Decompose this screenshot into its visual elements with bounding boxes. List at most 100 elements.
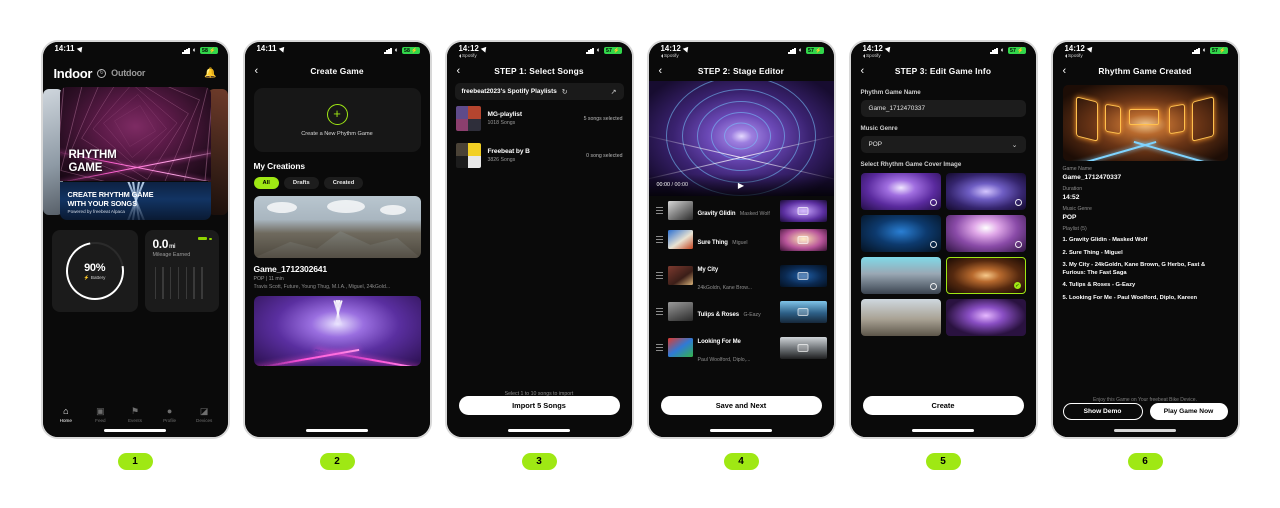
stage-song-row[interactable]: Looking For Me Paul Woolford, Diplo,... bbox=[649, 326, 834, 369]
playlist-row[interactable]: Freebeat by B 3826 Songs 0 song selected bbox=[447, 137, 632, 174]
drag-handle-icon[interactable] bbox=[655, 343, 663, 352]
filter-all[interactable]: All bbox=[253, 177, 279, 189]
music-genre-select[interactable]: POP ⌄ bbox=[860, 136, 1026, 153]
stage-song-row[interactable]: Gravity Glidin Masked Wolf bbox=[649, 196, 834, 225]
back-chevron-icon[interactable]: ‹ bbox=[861, 65, 865, 77]
notification-bell-icon[interactable]: 🔔 bbox=[204, 68, 216, 79]
show-demo-button[interactable]: Show Demo bbox=[1062, 403, 1143, 420]
stage-thumbnail[interactable] bbox=[779, 336, 827, 359]
mode-outdoor-label[interactable]: Outdoor bbox=[111, 68, 145, 78]
import-songs-button[interactable]: Import 5 Songs bbox=[458, 396, 620, 415]
radio-icon[interactable] bbox=[929, 283, 937, 290]
stage-song-row[interactable]: Sure Thing Miguel bbox=[649, 225, 834, 254]
mode-swap-icon[interactable]: ↻ bbox=[97, 68, 107, 78]
home-indicator bbox=[104, 429, 166, 432]
wifi-icon: ◐ bbox=[1000, 47, 1005, 54]
phone-column-6: 14:12 Spotify ◐ 57 ⚡ ‹ Rhythm Game Create… bbox=[1048, 40, 1243, 508]
stage-thumbnail[interactable] bbox=[779, 199, 827, 222]
playlist-label: Playlist (5) bbox=[1062, 226, 1087, 232]
play-game-now-button[interactable]: Play Game Now bbox=[1149, 403, 1228, 420]
radio-icon[interactable] bbox=[929, 241, 937, 248]
home-indicator bbox=[710, 429, 772, 432]
stage-preview-player[interactable]: 00:00 / 00:00 ▶ bbox=[648, 81, 834, 196]
cover-option-neon-purple[interactable] bbox=[860, 173, 941, 210]
filter-created[interactable]: Created bbox=[323, 177, 364, 189]
screen-stage-editor: 14:12 Spotify ◐ 57 ⚡ ‹ STEP 2: Stage Edit… bbox=[648, 42, 834, 437]
nav-bar-5: ‹ STEP 3: Edit Game Info bbox=[851, 61, 1036, 81]
tab-events[interactable]: ⚑ Events bbox=[118, 407, 153, 424]
page-title: STEP 2: Stage Editor bbox=[697, 66, 785, 76]
status-app-label[interactable]: Spotify bbox=[664, 53, 679, 59]
creation-thumbnail-neon[interactable] bbox=[253, 295, 421, 366]
mileage-card[interactable]: 0.0mi Mileage Earned bbox=[144, 230, 219, 312]
hero-banner-create-game[interactable]: CREATE RHYTHM GAME WITH YOUR SONGS Power… bbox=[59, 182, 211, 220]
drag-handle-icon[interactable] bbox=[655, 206, 663, 215]
cover-option-desert-mountain[interactable] bbox=[860, 299, 941, 336]
radio-icon[interactable] bbox=[929, 199, 937, 206]
mileage-label: Mileage Earned bbox=[152, 252, 191, 258]
game-cover-image bbox=[1062, 85, 1228, 161]
cellular-signal-icon bbox=[990, 47, 998, 54]
playlist-row[interactable]: MG-playlist 1018 Songs 5 songs selected bbox=[447, 100, 632, 137]
radio-icon[interactable] bbox=[1014, 241, 1022, 248]
create-new-game-card[interactable]: + Create a New Phythm Game bbox=[253, 88, 421, 152]
tab-profile[interactable]: ● Profile bbox=[152, 407, 187, 424]
cover-option-orange-neon-tunnel[interactable]: ✓ bbox=[945, 257, 1026, 294]
song-cover-art bbox=[667, 302, 693, 321]
radio-selected-icon[interactable]: ✓ bbox=[1013, 282, 1021, 289]
stage-thumbnail[interactable] bbox=[779, 264, 827, 287]
refresh-icon[interactable]: ↻ bbox=[562, 88, 568, 96]
player-controls[interactable]: 00:00 / 00:00 ▶ bbox=[648, 174, 834, 196]
play-icon[interactable]: ▶ bbox=[738, 181, 744, 190]
stage-song-row[interactable]: My City 24kGoldn, Kane Brow... bbox=[649, 254, 834, 297]
cover-option-blue-tunnel-rings[interactable] bbox=[945, 173, 1026, 210]
cover-option-pink-stage-lights[interactable] bbox=[945, 215, 1026, 252]
screen-select-songs: 14:12 Spotify ◐ 57 ⚡ ‹ STEP 1: Select Son… bbox=[446, 42, 632, 437]
status-app-label[interactable]: Spotify bbox=[462, 53, 477, 59]
tab-home[interactable]: ⌂ Home bbox=[49, 407, 84, 424]
create-button[interactable]: Create bbox=[862, 396, 1024, 415]
battery-card[interactable]: 90% ⚡ Battery bbox=[51, 230, 138, 312]
battery-badge: 57 ⚡ bbox=[1209, 47, 1228, 54]
playlist-selected-count: 5 songs selected bbox=[583, 115, 623, 122]
mode-indoor-label[interactable]: Indoor bbox=[54, 66, 93, 81]
filter-drafts[interactable]: Drafts bbox=[283, 177, 319, 189]
back-chevron-icon[interactable]: ‹ bbox=[457, 65, 461, 77]
battery-badge: 58 ⚡ bbox=[199, 47, 218, 54]
home-indicator bbox=[508, 429, 570, 432]
chevron-down-icon: ⌄ bbox=[1011, 141, 1018, 149]
save-and-next-button[interactable]: Save and Next bbox=[660, 396, 822, 415]
back-chevron-icon[interactable]: ‹ bbox=[659, 65, 663, 77]
cover-option-ice-canyon[interactable] bbox=[860, 257, 941, 294]
home-indicator bbox=[306, 429, 368, 432]
cover-option-pink-blue-arch[interactable] bbox=[945, 299, 1026, 336]
back-chevron-icon[interactable]: ‹ bbox=[1063, 65, 1067, 77]
status-app-label[interactable]: Spotify bbox=[1068, 53, 1083, 59]
wifi-icon: ◐ bbox=[798, 47, 803, 54]
stage-thumbnail[interactable] bbox=[779, 228, 827, 251]
radio-icon[interactable] bbox=[1014, 199, 1022, 206]
stage-song-row[interactable]: Tulips & Roses G-Eazy bbox=[649, 297, 834, 326]
home-carousel[interactable]: RHYTHM GAME CREATE RHYTHM GAME WITH YOUR… bbox=[42, 87, 228, 220]
carousel-active-card[interactable]: RHYTHM GAME CREATE RHYTHM GAME WITH YOUR… bbox=[59, 87, 211, 220]
playlist-source-bar[interactable]: freebeat2023's Spotify Playlists ↻ ↗ bbox=[454, 83, 624, 100]
step-badge-4: 4 bbox=[723, 453, 759, 470]
stage-thumbnail[interactable] bbox=[779, 300, 827, 323]
back-chevron-icon[interactable]: ‹ bbox=[255, 65, 259, 77]
external-link-icon[interactable]: ↗ bbox=[611, 88, 617, 96]
drag-handle-icon[interactable] bbox=[655, 271, 663, 280]
status-bar-2: 14:11 ◐ 58 ⚡ bbox=[245, 42, 430, 61]
step-badge-2: 2 bbox=[319, 453, 355, 470]
game-name-input[interactable]: Game_1712470337 bbox=[860, 100, 1026, 117]
status-time: 14:11 bbox=[54, 44, 75, 53]
playback-time: 00:00 / 00:00 bbox=[656, 182, 689, 188]
drag-handle-icon[interactable] bbox=[655, 235, 663, 244]
tab-devices[interactable]: ◪ Devices bbox=[187, 407, 222, 424]
drag-handle-icon[interactable] bbox=[655, 307, 663, 316]
status-app-label[interactable]: Spotify bbox=[866, 53, 881, 59]
creation-thumbnail-desert[interactable] bbox=[253, 196, 421, 258]
cover-option-dark-blue-road[interactable] bbox=[860, 215, 941, 252]
tab-feed[interactable]: ▣ Feed bbox=[83, 407, 118, 424]
location-arrow-icon bbox=[480, 44, 489, 53]
carousel-next-card[interactable] bbox=[207, 89, 228, 215]
